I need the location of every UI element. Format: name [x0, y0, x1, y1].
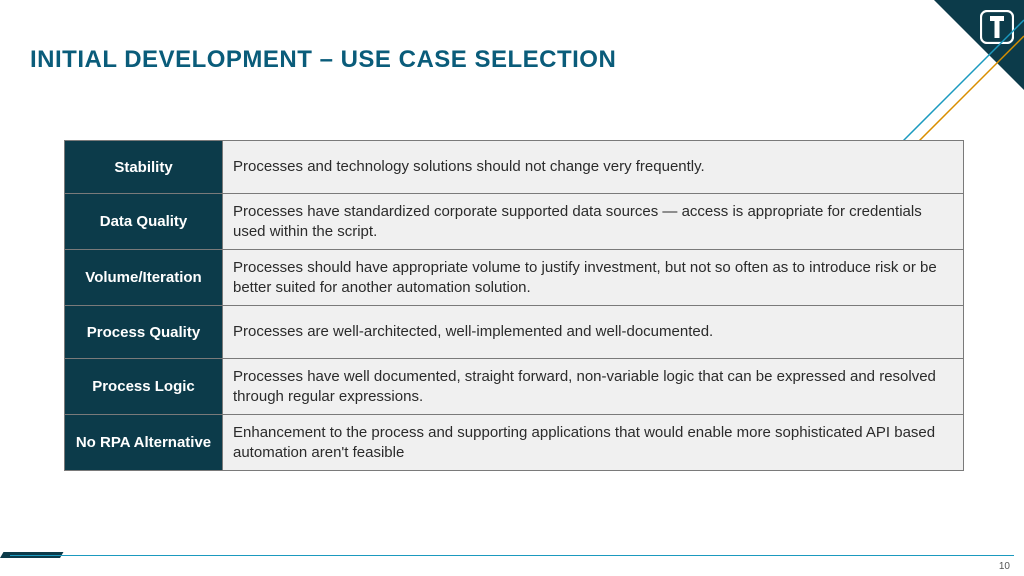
row-label: No RPA Alternative	[65, 415, 223, 470]
row-desc: Processes have well documented, straight…	[223, 359, 963, 414]
corner-badge	[934, 0, 1024, 90]
footer-accent	[0, 552, 1024, 560]
row-label: Process Logic	[65, 359, 223, 414]
thunderbird-logo-icon	[980, 10, 1014, 44]
row-label: Volume/Iteration	[65, 250, 223, 305]
slide: INITIAL DEVELOPMENT – USE CASE SELECTION…	[0, 0, 1024, 576]
table-row: Process Logic Processes have well docume…	[65, 359, 963, 415]
row-label: Data Quality	[65, 194, 223, 249]
row-desc: Processes have standardized corporate su…	[223, 194, 963, 249]
table-row: Data Quality Processes have standardized…	[65, 194, 963, 250]
slide-title: INITIAL DEVELOPMENT – USE CASE SELECTION	[30, 46, 616, 74]
row-desc: Processes are well-architected, well-imp…	[223, 306, 963, 358]
row-desc: Processes and technology solutions shoul…	[223, 141, 963, 193]
page-number: 10	[999, 561, 1010, 572]
table-row: Process Quality Processes are well-archi…	[65, 306, 963, 359]
row-desc: Enhancement to the process and supportin…	[223, 415, 963, 470]
row-desc: Processes should have appropriate volume…	[223, 250, 963, 305]
criteria-table: Stability Processes and technology solut…	[64, 140, 964, 471]
table-row: Volume/Iteration Processes should have a…	[65, 250, 963, 306]
row-label: Process Quality	[65, 306, 223, 358]
row-label: Stability	[65, 141, 223, 193]
table-row: Stability Processes and technology solut…	[65, 141, 963, 194]
table-row: No RPA Alternative Enhancement to the pr…	[65, 415, 963, 470]
